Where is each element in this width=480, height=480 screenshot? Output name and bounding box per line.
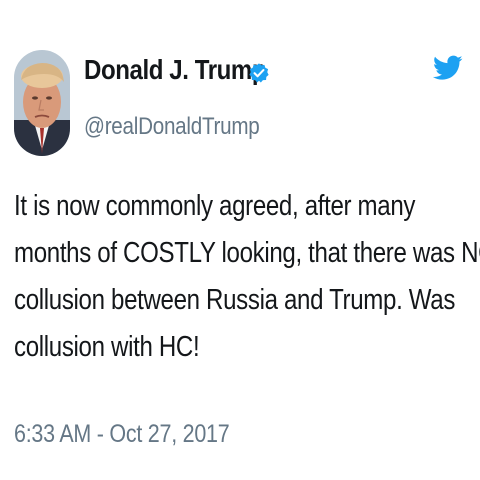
- display-name[interactable]: Donald J. Trump: [84, 54, 267, 86]
- user-handle[interactable]: @realDonaldTrump: [84, 113, 260, 141]
- tweet-text-line: collusion with HC!: [14, 331, 200, 363]
- tweet-text-line: collusion between Russia and Trump. Was: [14, 284, 456, 316]
- verified-badge-icon: [248, 62, 270, 84]
- avatar[interactable]: [14, 50, 70, 156]
- twitter-bird-icon[interactable]: [432, 54, 463, 82]
- tweet-text-line: months of COSTLY looking, that there was…: [14, 237, 480, 269]
- avatar-image: [14, 50, 70, 156]
- tweet-timestamp[interactable]: 6:33 AM - Oct 27, 2017: [14, 420, 230, 449]
- tweet-text: It is now commonly agreed, after many mo…: [14, 183, 480, 371]
- tweet-text-line: It is now commonly agreed, after many: [14, 190, 416, 222]
- tweet-card: Donald J. Trump @realDonaldTrump It is n…: [0, 0, 480, 480]
